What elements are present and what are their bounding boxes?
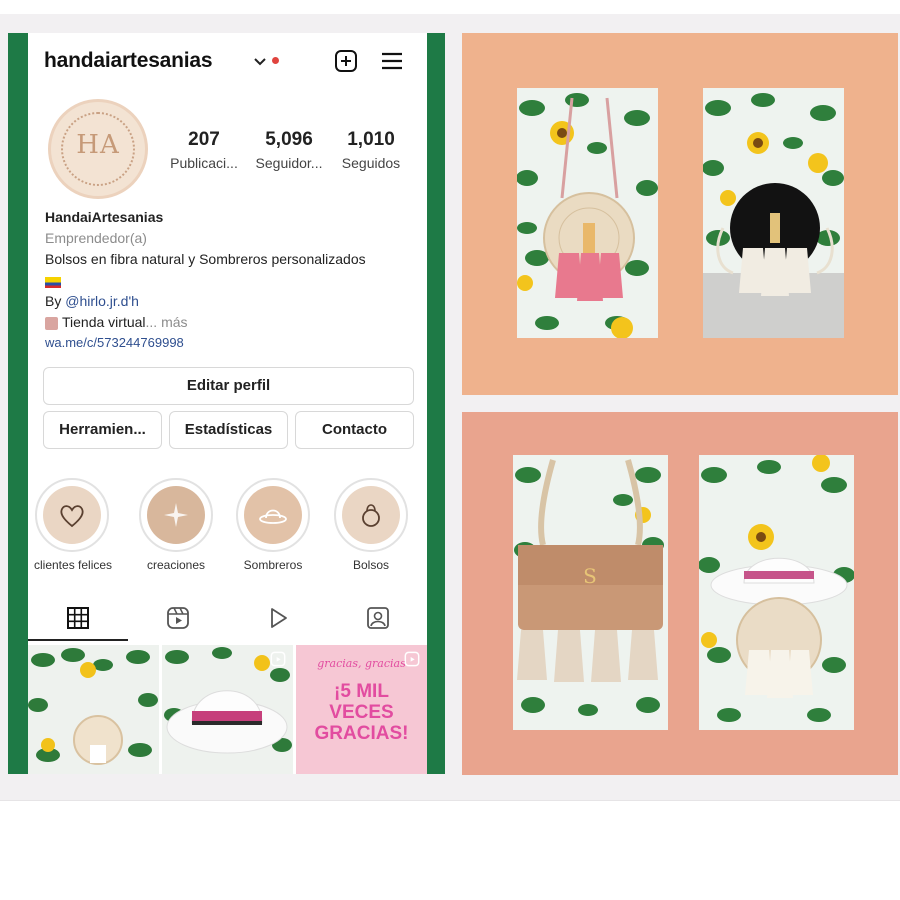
shop-text: Tienda virtual bbox=[62, 314, 146, 330]
sparkle-icon bbox=[164, 503, 188, 527]
product-photo-black-bag bbox=[703, 88, 844, 338]
showcase-panel-top bbox=[462, 33, 898, 395]
highlight-inner bbox=[244, 486, 302, 544]
highlight-sombreros[interactable]: Sombreros bbox=[235, 478, 311, 572]
notification-dot-icon bbox=[272, 57, 279, 64]
by-prefix: By bbox=[45, 293, 66, 309]
bag-photo bbox=[28, 645, 159, 774]
highlight-circle bbox=[236, 478, 310, 552]
highlight-label: clientes felices bbox=[34, 558, 113, 572]
username-title[interactable]: handaiartesanias bbox=[44, 49, 213, 73]
avatar[interactable]: HA bbox=[48, 99, 148, 199]
bottom-divider bbox=[0, 800, 900, 801]
highlight-label: creaciones bbox=[146, 558, 206, 572]
product-photo-white-hat-bag bbox=[699, 455, 854, 730]
highlight-label: Bolsos bbox=[352, 558, 390, 572]
highlight-clientes-felices[interactable]: clientes felices bbox=[34, 478, 113, 572]
profile-bio: Bolsos en fibra natural y Sombreros pers… bbox=[45, 251, 366, 267]
stat-posts-value: 207 bbox=[188, 129, 220, 150]
highlight-inner bbox=[147, 486, 205, 544]
highlight-label: Sombreros bbox=[243, 558, 303, 572]
bio-flag-line bbox=[45, 273, 425, 289]
thank-you-title: ¡5 MIL VECES GRACIAS! bbox=[314, 681, 409, 744]
stat-followers-value: 5,096 bbox=[265, 129, 313, 150]
heart-icon bbox=[60, 505, 84, 528]
white-hat-bag bbox=[699, 455, 854, 730]
highlight-circle bbox=[139, 478, 213, 552]
tools-button[interactable]: Herramien... bbox=[43, 411, 162, 449]
reel-badge-icon bbox=[404, 651, 420, 667]
profile-header: handaiartesanias bbox=[28, 33, 427, 91]
highlight-bolsos[interactable]: Bolsos bbox=[333, 478, 409, 572]
bio-shop-line: Tienda virtual... más bbox=[45, 314, 425, 330]
highlight-circle bbox=[35, 478, 109, 552]
black-round-bag bbox=[703, 88, 844, 338]
page-canvas: handaiartesanias HA 207 Publicaci... 5,0… bbox=[0, 0, 900, 900]
grid-post-bag[interactable] bbox=[28, 645, 159, 774]
shop-bag-icon bbox=[45, 316, 58, 330]
statistics-button[interactable]: Estadísticas bbox=[169, 411, 288, 449]
stat-following-value: 1,010 bbox=[347, 129, 395, 150]
avatar-logo-text: HA bbox=[76, 130, 120, 160]
stat-posts[interactable]: 207 Publicaci... bbox=[164, 129, 244, 171]
stat-followers-label: Seguidor... bbox=[255, 155, 323, 171]
edit-profile-button[interactable]: Editar perfil bbox=[43, 367, 414, 405]
highlight-circle bbox=[334, 478, 408, 552]
profile-link[interactable]: wa.me/c/573244769998 bbox=[45, 335, 425, 350]
stat-posts-label: Publicaci... bbox=[170, 155, 238, 171]
contact-button[interactable]: Contacto bbox=[295, 411, 414, 449]
active-tab-underline bbox=[28, 639, 128, 641]
grid-post-hat[interactable] bbox=[162, 645, 293, 774]
grid-post-thank-you[interactable]: gracias, gracias ¡5 MIL VECES GRACIAS! bbox=[296, 645, 427, 774]
product-photo-pink-bag bbox=[517, 88, 658, 338]
profile-name: HandaiArtesanias bbox=[45, 209, 164, 225]
profile-category: Emprendedor(a) bbox=[45, 230, 147, 246]
highlight-inner bbox=[43, 486, 101, 544]
stat-followers[interactable]: 5,096 Seguidor... bbox=[249, 129, 329, 171]
tan-crochet-clutch: S bbox=[513, 455, 668, 730]
product-photo-tan-clutch: S bbox=[513, 455, 668, 730]
svg-text:S: S bbox=[583, 564, 597, 588]
bio-by-line: By @hirlo.jr.d'h bbox=[45, 293, 425, 309]
tagged-icon[interactable] bbox=[366, 606, 390, 630]
more-link[interactable]: ... más bbox=[146, 314, 188, 330]
reels-icon[interactable] bbox=[166, 606, 190, 630]
grid-icon[interactable] bbox=[66, 606, 90, 630]
stat-following[interactable]: 1,010 Seguidos bbox=[331, 129, 411, 171]
instagram-profile-screen: handaiartesanias HA 207 Publicaci... 5,0… bbox=[28, 33, 427, 774]
highlight-creaciones[interactable]: creaciones bbox=[138, 478, 214, 572]
phone-frame: handaiartesanias HA 207 Publicaci... 5,0… bbox=[8, 33, 445, 774]
reel-badge-icon bbox=[270, 651, 286, 667]
highlight-inner bbox=[342, 486, 400, 544]
add-post-icon[interactable] bbox=[334, 49, 358, 73]
colombia-flag-icon bbox=[45, 276, 61, 288]
bag-icon bbox=[362, 504, 380, 527]
showcase-panel-bottom: S bbox=[462, 412, 898, 775]
play-icon[interactable] bbox=[266, 606, 290, 630]
stat-following-label: Seguidos bbox=[341, 155, 401, 171]
chevron-down-icon[interactable] bbox=[253, 55, 267, 69]
pink-tassel-round-bag bbox=[517, 88, 658, 338]
hat-icon bbox=[259, 509, 287, 524]
menu-icon[interactable] bbox=[380, 49, 404, 73]
by-handle-link[interactable]: @hirlo.jr.d'h bbox=[65, 293, 139, 309]
